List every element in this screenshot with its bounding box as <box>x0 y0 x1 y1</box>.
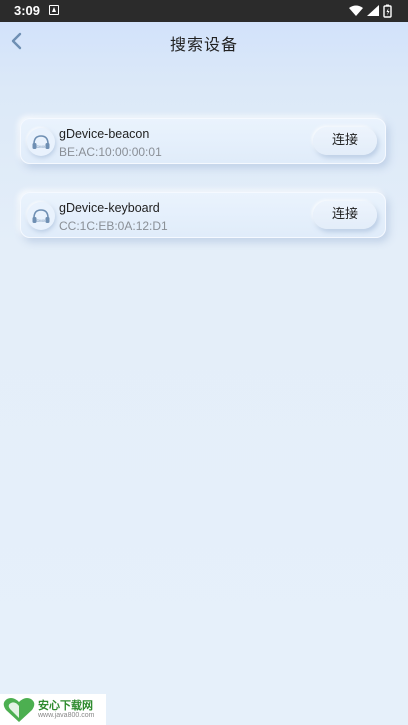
header: 搜索设备 <box>0 22 408 62</box>
notification-icon <box>49 5 59 15</box>
watermark: 安心下载网 www.java800.com <box>0 694 106 725</box>
device-card-beacon[interactable]: DMX gDevice-beacon BE:AC:10:00:00:01 连接 <box>20 118 386 164</box>
watermark-title: 安心下载网 <box>38 699 93 712</box>
watermark-url: www.java800.com <box>38 712 95 719</box>
device-icon: DMX <box>27 202 55 230</box>
headphones-icon: DMX <box>32 209 50 223</box>
wifi-icon <box>349 5 363 16</box>
device-name: gDevice-keyboard <box>59 201 160 215</box>
device-mac: BE:AC:10:00:00:01 <box>59 145 162 159</box>
connect-button[interactable]: 连接 <box>313 201 377 229</box>
battery-icon <box>383 4 392 18</box>
device-mac: CC:1C:EB:0A:12:D1 <box>59 219 168 233</box>
svg-text:DMX: DMX <box>37 144 46 149</box>
device-card-keyboard[interactable]: DMX gDevice-keyboard CC:1C:EB:0A:12:D1 连… <box>20 192 386 238</box>
svg-text:DMX: DMX <box>37 218 46 223</box>
status-time: 3:09 <box>14 3 41 18</box>
headphones-icon: DMX <box>32 135 50 149</box>
heart-logo-icon <box>3 698 35 722</box>
device-icon: DMX <box>27 128 55 156</box>
connect-button[interactable]: 连接 <box>313 127 377 155</box>
status-icons <box>348 4 398 18</box>
page-title: 搜索设备 <box>169 35 238 54</box>
signal-icon <box>367 5 379 16</box>
status-bar: 3:09 <box>0 0 408 22</box>
device-name: gDevice-beacon <box>59 127 150 141</box>
